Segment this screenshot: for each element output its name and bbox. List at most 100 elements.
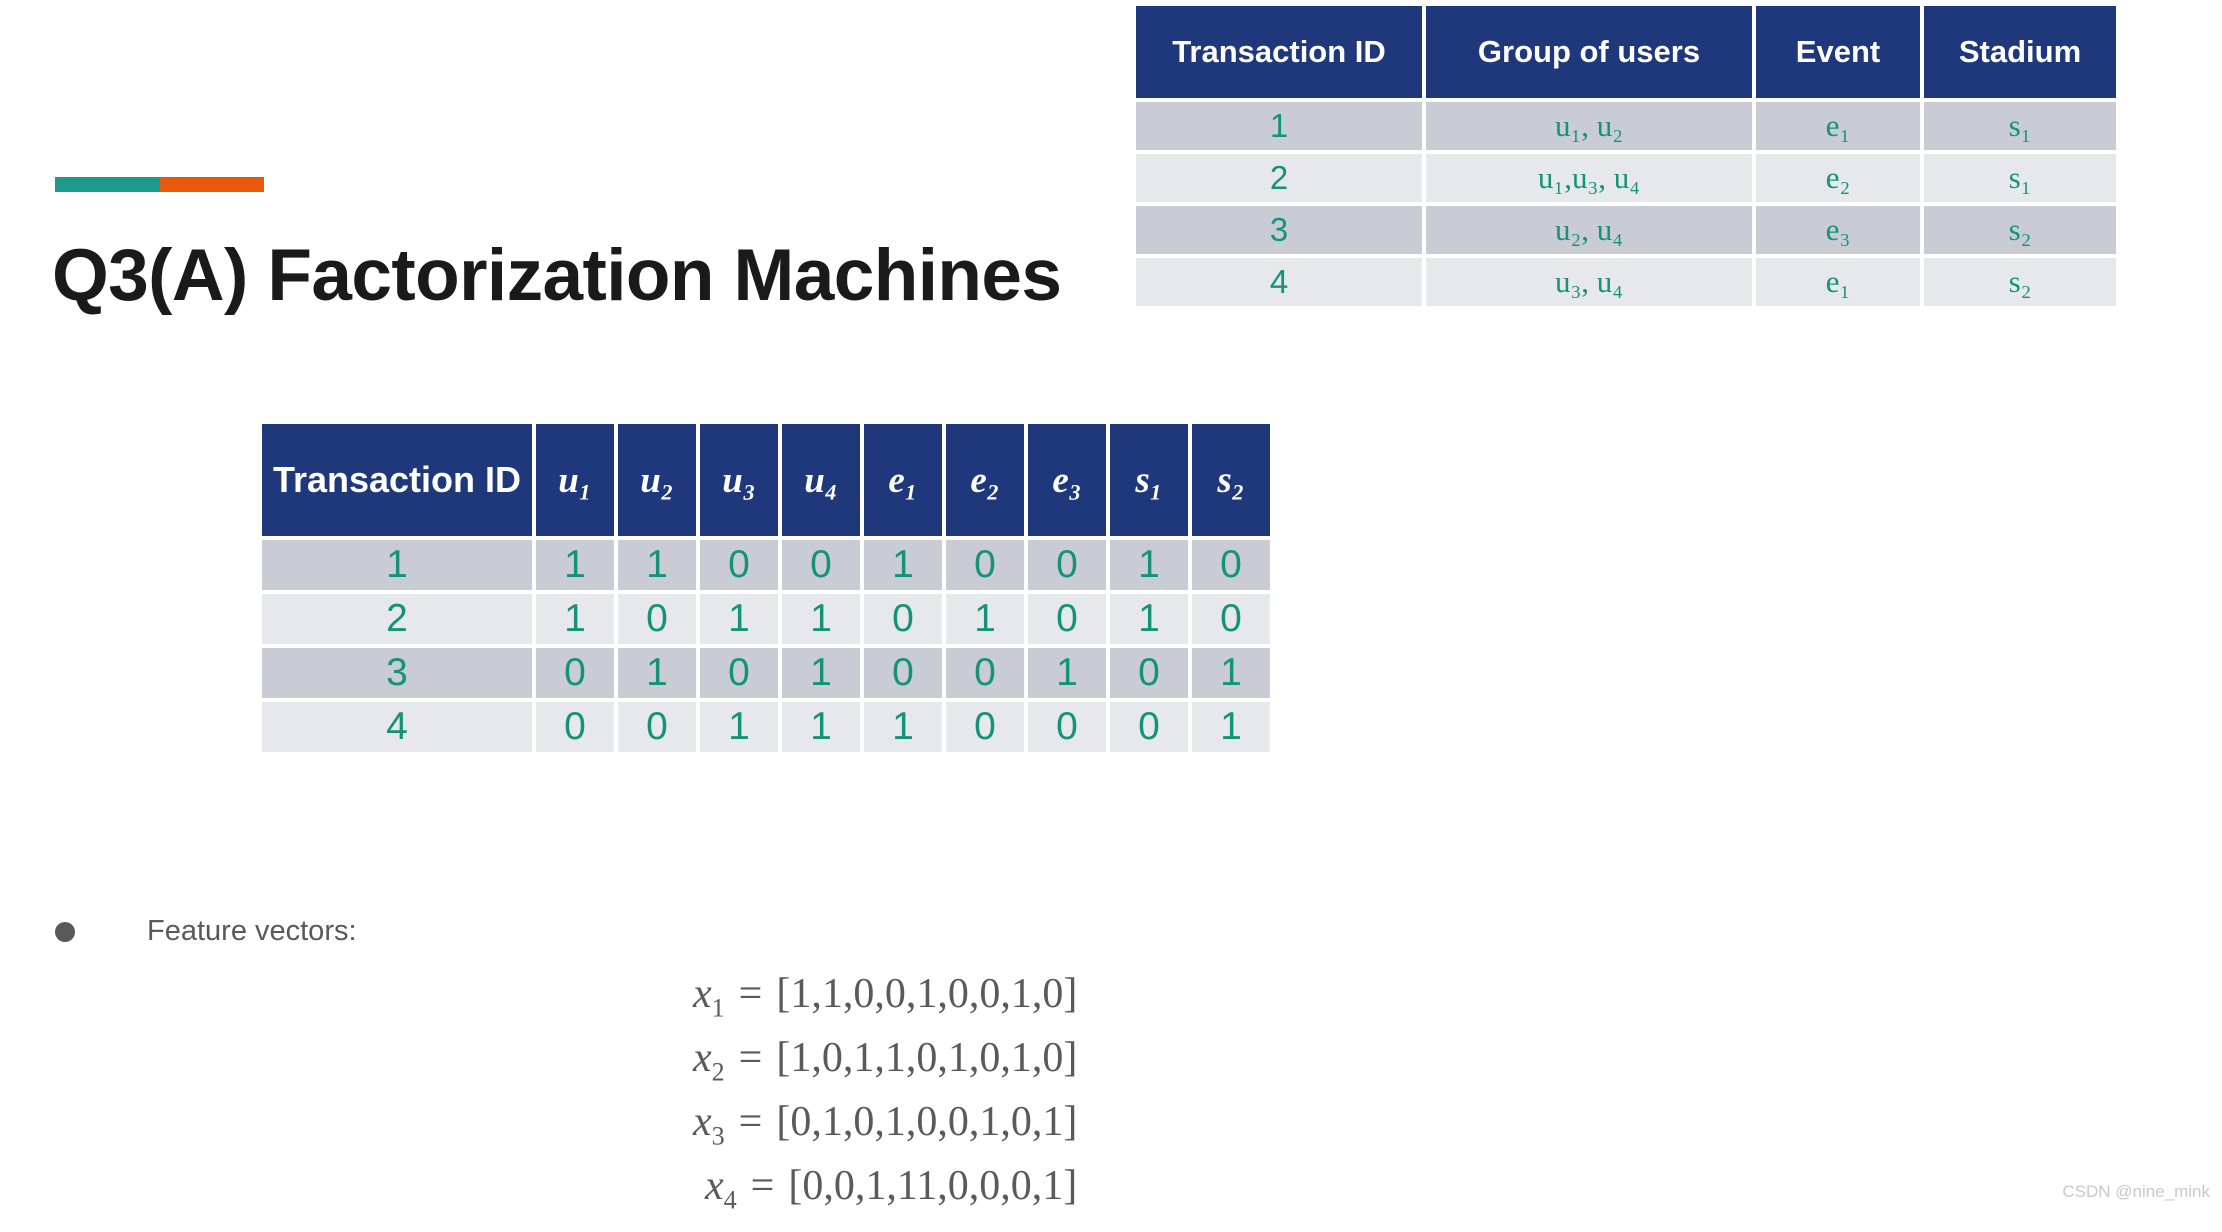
table-row: 2 u₁,u₃, u₄ e₂ s₁ [1136,154,2116,202]
equation-variable: x3 [693,1099,725,1151]
cell-u2: 0 [618,594,696,644]
equation-value: [0,0,1,11,0,0,0,1] [788,1163,1078,1209]
column-header-u2: u₂ [618,424,696,536]
cell-e1: 1 [864,702,942,752]
cell-e1: 0 [864,648,942,698]
cell-u3: 1 [700,702,778,752]
cell-u2: 0 [618,702,696,752]
table-header-row: Transaction ID u₁ u₂ u₃ u₄ e₁ e₂ e₃ s₁ s… [262,424,1270,536]
cell-s1: 1 [1110,594,1188,644]
cell-s1: 0 [1110,648,1188,698]
page-title: Q3(A) Factorization Machines [52,235,1062,316]
equals-sign: = [738,1099,763,1145]
bullet-dot-icon [55,921,75,942]
cell-e2: 0 [946,540,1024,590]
cell-e1: 1 [864,540,942,590]
cell-group-of-users: u₁,u₃, u₄ [1426,154,1752,202]
cell-e1: 0 [864,594,942,644]
table-row: 1 u₁, u₂ e₁ s₁ [1136,102,2116,150]
cell-u2: 1 [618,540,696,590]
cell-group-of-users: u₁, u₂ [1426,102,1752,150]
cell-u1: 1 [536,594,614,644]
equation-value: [0,1,0,1,0,0,1,0,1] [776,1099,1078,1145]
column-header-e2: e₂ [946,424,1024,536]
column-header-u3: u₃ [700,424,778,536]
cell-s2: 1 [1192,702,1270,752]
column-header-transaction-id: Transaction ID [1136,6,1422,98]
equation-x3: x3 = [0,1,0,1,0,0,1,0,1] [693,1090,1077,1154]
cell-event: e₃ [1756,206,1920,254]
cell-transaction-id: 4 [1136,258,1422,306]
equation-x4: x4 = [0,0,1,11,0,0,0,1] [693,1154,1077,1218]
cell-event: e₁ [1756,102,1920,150]
cell-stadium: s₂ [1924,206,2116,254]
column-header-e1: e₁ [864,424,942,536]
cell-transaction-id: 1 [1136,102,1422,150]
cell-s1: 0 [1110,702,1188,752]
cell-e2: 0 [946,702,1024,752]
cell-stadium: s₁ [1924,102,2116,150]
cell-event: e₂ [1756,154,1920,202]
cell-e2: 0 [946,648,1024,698]
cell-u3: 0 [700,540,778,590]
cell-u1: 1 [536,540,614,590]
column-header-transaction-id: Transaction ID [262,424,532,536]
cell-transaction-id: 2 [1136,154,1422,202]
column-header-s1: s₁ [1110,424,1188,536]
table-row: 4 0 0 1 1 1 0 0 0 1 [262,702,1270,752]
equation-value: [1,1,0,0,1,0,0,1,0] [776,971,1078,1017]
table-row: 1 1 1 0 0 1 0 0 1 0 [262,540,1270,590]
table-row: 4 u₃, u₄ e₁ s₂ [1136,258,2116,306]
cell-transaction-id: 3 [262,648,532,698]
transactions-table: Transaction ID Group of users Event Stad… [1132,2,2120,310]
table-header-row: Transaction ID Group of users Event Stad… [1136,6,2116,98]
cell-s2: 0 [1192,594,1270,644]
cell-u3: 0 [700,648,778,698]
cell-transaction-id: 4 [262,702,532,752]
table-row: 2 1 0 1 1 0 1 0 1 0 [262,594,1270,644]
cell-s1: 1 [1110,540,1188,590]
equation-variable: x1 [693,971,725,1023]
cell-e3: 0 [1028,702,1106,752]
column-header-s2: s₂ [1192,424,1270,536]
feature-vector-equations: x1 = [1,1,0,0,1,0,0,1,0] x2 = [1,0,1,1,0,1,0… [693,962,1077,1218]
column-header-stadium: Stadium [1924,6,2116,98]
cell-u1: 0 [536,702,614,752]
watermark: CSDN @nine_mink [2062,1182,2210,1201]
feature-vectors-bullet: Feature vectors: [55,915,357,948]
column-header-event: Event [1756,6,1920,98]
table-row: 3 0 1 0 1 0 0 1 0 1 [262,648,1270,698]
cell-u3: 1 [700,594,778,644]
equals-sign: = [750,1163,775,1209]
cell-e3: 1 [1028,648,1106,698]
cell-u1: 0 [536,648,614,698]
cell-u4: 1 [782,702,860,752]
cell-transaction-id: 1 [262,540,532,590]
cell-e3: 0 [1028,540,1106,590]
cell-transaction-id: 3 [1136,206,1422,254]
equation-value: [1,0,1,1,0,1,0,1,0] [776,1035,1078,1081]
equation-variable: x4 [705,1163,737,1215]
feature-matrix-table: Transaction ID u₁ u₂ u₃ u₄ e₁ e₂ e₃ s₁ s… [258,420,1274,756]
cell-s2: 1 [1192,648,1270,698]
cell-transaction-id: 2 [262,594,532,644]
cell-e2: 1 [946,594,1024,644]
cell-group-of-users: u₂, u₄ [1426,206,1752,254]
cell-u2: 1 [618,648,696,698]
equation-x1: x1 = [1,1,0,0,1,0,0,1,0] [693,962,1077,1026]
column-header-u4: u₄ [782,424,860,536]
accent-bar-orange [160,177,264,192]
accent-bars [55,177,264,192]
cell-stadium: s₂ [1924,258,2116,306]
cell-event: e₁ [1756,258,1920,306]
column-header-e3: e₃ [1028,424,1106,536]
equals-sign: = [738,971,763,1017]
cell-u4: 0 [782,540,860,590]
table-row: 3 u₂, u₄ e₃ s₂ [1136,206,2116,254]
column-header-u1: u₁ [536,424,614,536]
equals-sign: = [738,1035,763,1081]
equation-variable: x2 [693,1035,725,1087]
accent-bar-teal [55,177,160,192]
feature-vectors-label: Feature vectors: [147,915,357,947]
cell-u4: 1 [782,594,860,644]
